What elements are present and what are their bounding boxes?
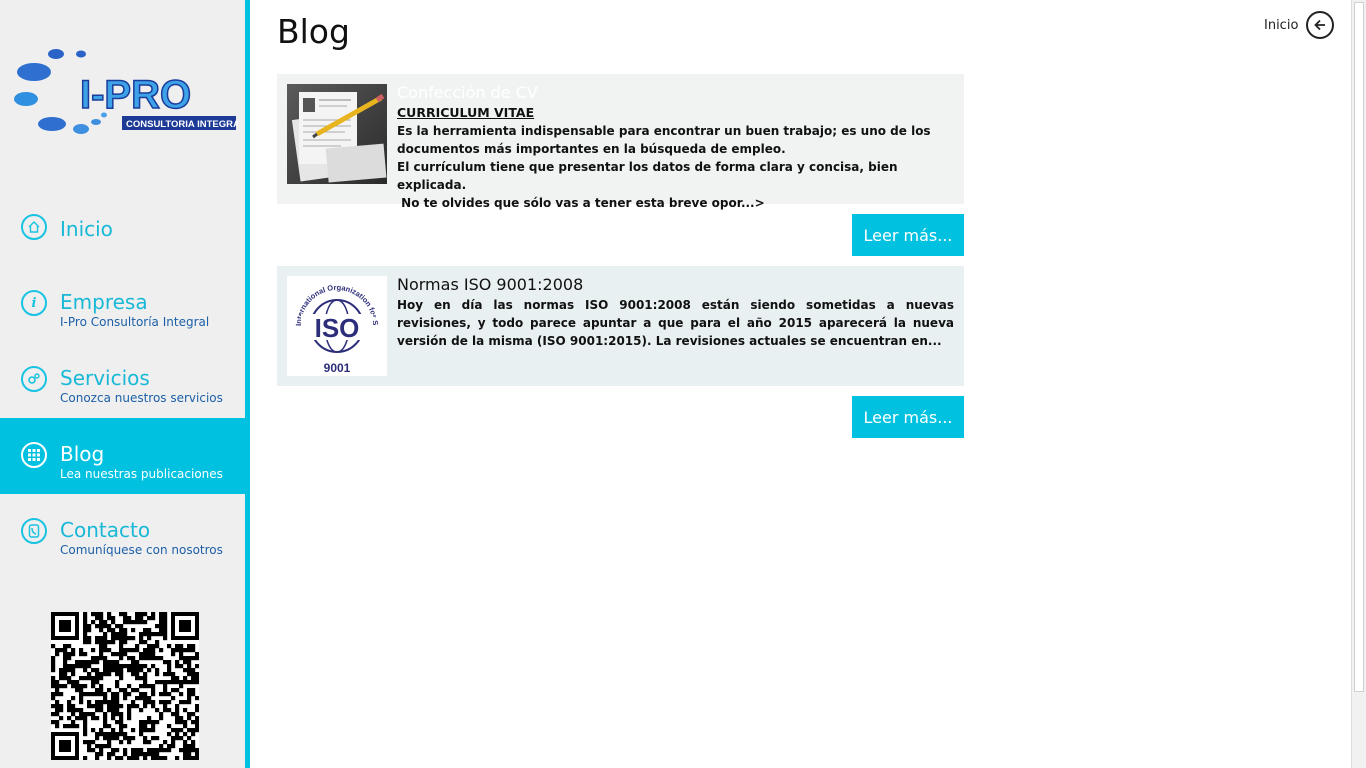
nav-subtitle: I-Pro Consultoría Integral (60, 315, 210, 329)
iso-number-text: 9001 (324, 361, 351, 375)
phone-icon (21, 518, 47, 544)
nav-item-contacto[interactable]: Contacto Comuníquese con nosotros (0, 494, 245, 570)
nav-title: Empresa (60, 290, 148, 314)
scrollbar-thumb[interactable] (1354, 2, 1364, 692)
nav-item-empresa[interactable]: i Empresa I-Pro Consultoría Integral (0, 266, 245, 342)
read-more-button[interactable]: Leer más... (852, 396, 964, 438)
nav-subtitle: Comuníquese con nosotros (60, 543, 223, 557)
page-title: Blog (277, 12, 350, 51)
nav-subtitle: Conozca nuestros servicios (60, 391, 223, 405)
nav-title: Blog (60, 442, 105, 466)
info-icon: i (21, 290, 47, 316)
post-subheading: CURRICULUM VITAE (397, 105, 535, 120)
post-title[interactable]: Normas ISO 9001:2008 (397, 274, 954, 296)
nav-title: Inicio (60, 217, 113, 241)
post-excerpt: Hoy en día las normas ISO 9001:2008 está… (397, 298, 954, 348)
post-excerpt-line: Es la herramienta indispensable para enc… (397, 124, 931, 138)
post-thumbnail-iso[interactable]: International Organization for Standardi… (285, 269, 387, 376)
read-more-button[interactable]: Leer más... (852, 214, 964, 256)
qr-code (51, 612, 200, 761)
post-body: Confección de CV CURRICULUM VITAE Es la … (397, 82, 954, 212)
blog-post-card: Confección de CV CURRICULUM VITAE Es la … (277, 74, 964, 210)
blog-post-card: International Organization for Standardi… (277, 266, 964, 386)
post-excerpt-line: No te olvides que sólo vas a tener esta … (397, 196, 765, 210)
svg-text:CONSULTORIA INTEGRAL: CONSULTORIA INTEGRAL (126, 119, 238, 130)
nav-item-servicios[interactable]: Servicios Conozca nuestros servicios (0, 342, 245, 418)
page-scrollbar[interactable] (1351, 0, 1366, 768)
nav-item-inicio[interactable]: Inicio (0, 190, 245, 266)
nav-subtitle: Lea nuestras publicaciones (60, 467, 223, 481)
back-arrow-icon (1306, 11, 1335, 39)
post-thumbnail-cv[interactable] (287, 84, 387, 184)
home-icon (21, 214, 47, 240)
post-excerpt-line: El currículum tiene que presentar los da… (397, 160, 898, 192)
nav-item-blog[interactable]: Blog Lea nuestras publicaciones (0, 418, 245, 494)
nav-title: Servicios (60, 366, 150, 390)
sidebar-accent-bar (245, 0, 250, 768)
post-title[interactable]: Confección de CV (397, 82, 954, 104)
home-back-link[interactable]: Inicio (1264, 10, 1335, 40)
iso-main-text: ISO (315, 313, 360, 343)
nav-title: Contacto (60, 518, 151, 542)
company-logo[interactable]: I-PRO CONSULTORIA INTEGRAL (8, 42, 246, 142)
sidebar: I-PRO CONSULTORIA INTEGRAL Inicio i Empr… (0, 0, 246, 768)
grid-icon (21, 442, 47, 468)
gears-icon (21, 366, 47, 392)
post-body: Normas ISO 9001:2008 Hoy en día las norm… (397, 274, 954, 350)
svg-text:I-PRO: I-PRO (80, 73, 191, 117)
post-excerpt-line: documentos más importantes en la búsqued… (397, 142, 786, 156)
home-link-label: Inicio (1264, 17, 1299, 33)
